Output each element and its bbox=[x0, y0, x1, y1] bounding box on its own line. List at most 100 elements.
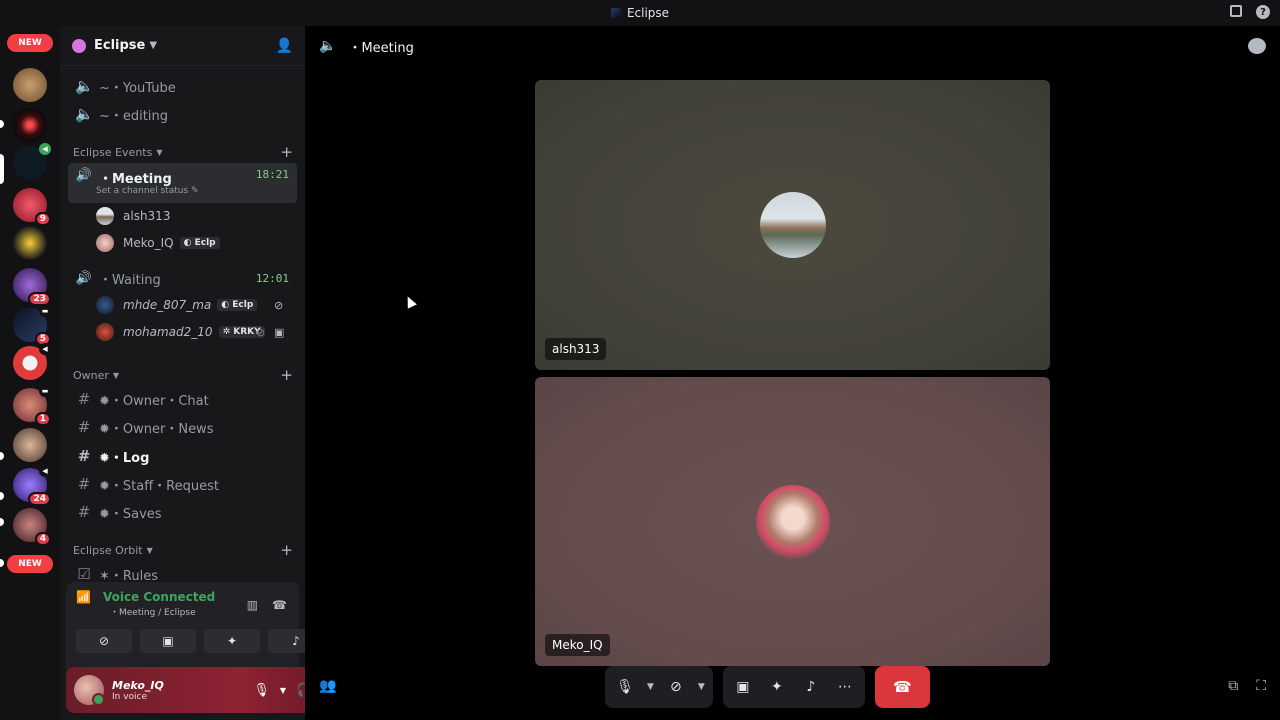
new-badge-bottom[interactable]: NEW bbox=[7, 555, 53, 573]
set-channel-status[interactable]: Set a channel status ✎ bbox=[96, 186, 199, 196]
channel-label: ・Meeting bbox=[99, 172, 172, 187]
clan-tag: ◐ Eclp bbox=[217, 299, 258, 311]
channel-label: ✶・Rules bbox=[99, 568, 158, 581]
activities-icon[interactable]: ✦ bbox=[765, 675, 789, 699]
channel-meeting[interactable]: 🔊 ・Meeting 18:21 bbox=[68, 163, 297, 203]
voice-user[interactable]: alsh313 bbox=[96, 205, 170, 227]
video-tile[interactable]: alsh313 bbox=[535, 80, 1050, 370]
chevron-down-icon[interactable]: ▼ bbox=[647, 682, 654, 692]
new-badge-top[interactable]: NEW bbox=[7, 34, 53, 52]
server-icon-10[interactable] bbox=[13, 428, 47, 462]
server-icon-1[interactable] bbox=[13, 68, 47, 102]
help-icon[interactable]: ? bbox=[1256, 5, 1270, 19]
chat-icon[interactable] bbox=[1248, 38, 1266, 54]
channel-rules[interactable]: ☑ ✶・Rules bbox=[68, 561, 297, 580]
voice-user-name: Meko_IQ bbox=[123, 236, 174, 250]
unread-pip bbox=[0, 492, 4, 500]
mention-badge: 9 bbox=[34, 212, 51, 226]
voice-connected-title[interactable]: Voice Connected bbox=[103, 590, 215, 604]
mention-badge: 23 bbox=[28, 292, 51, 306]
rules-icon: ☑ bbox=[77, 565, 91, 580]
guild-icon bbox=[72, 38, 86, 53]
fullscreen-icon[interactable]: ⛶ bbox=[1256, 678, 1266, 694]
add-channel-icon[interactable]: + bbox=[280, 366, 293, 384]
channel-label: ~・editing bbox=[99, 108, 168, 124]
server-icon-6[interactable]: 23 bbox=[13, 268, 51, 306]
category-label: Eclipse Events bbox=[73, 145, 153, 159]
video-tile[interactable]: Meko_IQ bbox=[535, 377, 1050, 666]
avatar bbox=[96, 323, 114, 341]
mic-icon[interactable]: 🎙 bbox=[253, 683, 270, 698]
end-call-button[interactable]: ☎ bbox=[874, 666, 930, 708]
deafened-icon: ⊘ bbox=[274, 298, 284, 312]
category-eclipse-events[interactable]: Eclipse Events ▼ + bbox=[73, 143, 293, 161]
voice-user[interactable]: mhde_807_ma ◐ Eclp ⊘ bbox=[96, 294, 283, 316]
voice-user[interactable]: mohamad2_10 ✲ KRKY ⊘ ▣ bbox=[96, 321, 284, 343]
chevron-down-icon: ▼ bbox=[146, 545, 153, 555]
channel-editing[interactable]: 🔈 ~・editing bbox=[68, 101, 297, 127]
app-logo-icon bbox=[610, 8, 621, 18]
channel-staff-request[interactable]: # ✹・Staff・Request bbox=[68, 471, 297, 497]
avatar[interactable] bbox=[74, 675, 105, 706]
server-icon-eclipse[interactable]: ◀ bbox=[13, 143, 51, 180]
clan-tag-label: Eclp bbox=[232, 300, 254, 310]
channel-waiting[interactable]: 🔊 ・Waiting 12:01 bbox=[68, 265, 297, 291]
mention-badge: 4 bbox=[34, 532, 51, 546]
server-icon-8[interactable]: ◀ bbox=[13, 343, 51, 380]
mention-badge: 24 bbox=[28, 492, 51, 506]
hash-icon: # bbox=[77, 418, 91, 436]
pencil-icon: ✎ bbox=[191, 186, 199, 196]
activities-button[interactable]: ✦ bbox=[204, 629, 260, 653]
category-eclipse-orbit[interactable]: Eclipse Orbit ▼ + bbox=[73, 541, 293, 559]
channel-youtube[interactable]: 🔈 ~・YouTube bbox=[68, 73, 297, 99]
voice-user[interactable]: Meko_IQ ◐ Eclp bbox=[96, 232, 220, 254]
chat-indicator-icon: ▬ bbox=[39, 385, 51, 397]
window-title: Eclipse bbox=[626, 6, 670, 20]
channel-owner-chat[interactable]: # ✹・Owner・Chat bbox=[68, 386, 297, 412]
chevron-down-icon: ▼ bbox=[156, 147, 163, 157]
category-owner[interactable]: Owner ▼ + bbox=[73, 366, 293, 384]
tile-name-label: alsh313 bbox=[545, 338, 607, 360]
disconnect-icon[interactable]: ☎ bbox=[272, 598, 287, 612]
popout-icon[interactable]: ⧉ bbox=[1228, 678, 1238, 694]
inbox-icon[interactable] bbox=[1230, 5, 1242, 17]
guild-header[interactable]: Eclipse ▼ 👤 bbox=[60, 26, 305, 66]
server-icon-7[interactable]: ▬ 5 bbox=[13, 305, 51, 346]
channel-label: ~・YouTube bbox=[99, 80, 176, 96]
channel-log[interactable]: # ✹・Log bbox=[68, 443, 297, 469]
unread-pip bbox=[0, 518, 4, 526]
channel-owner-news[interactable]: # ✹・Owner・News bbox=[68, 414, 297, 440]
server-icon-9[interactable]: ▬ 1 bbox=[13, 385, 51, 426]
call-area: 🔈 ・Meeting alsh313 Meko_IQ 👥 🎙 ▼ ⊘ ▼ ▣ ✦… bbox=[305, 26, 1280, 720]
noise-suppression-icon[interactable]: ▥ bbox=[247, 598, 258, 612]
camera-off-button[interactable]: ⊘ bbox=[76, 629, 132, 653]
add-friend-icon[interactable]: 👥 bbox=[319, 678, 336, 694]
soundboard-icon[interactable]: ♪ bbox=[799, 675, 823, 699]
speaker-indicator-icon: ◀ bbox=[39, 343, 51, 355]
status-text: Set a channel status bbox=[96, 186, 189, 196]
server-icon-2[interactable] bbox=[13, 108, 47, 142]
add-channel-icon[interactable]: + bbox=[280, 541, 293, 559]
chevron-down-icon[interactable]: ▼ bbox=[698, 682, 705, 692]
signal-icon[interactable]: 📶 bbox=[76, 590, 91, 604]
voice-user-name: mhde_807_ma bbox=[123, 298, 212, 312]
avatar bbox=[96, 207, 114, 225]
server-icon-4[interactable]: 9 bbox=[13, 188, 51, 226]
camera-off-icon[interactable]: ⊘ bbox=[664, 675, 688, 699]
invite-people-icon[interactable]: 👤 bbox=[276, 38, 293, 54]
more-icon[interactable]: ⋯ bbox=[833, 675, 857, 699]
add-channel-icon[interactable]: + bbox=[280, 143, 293, 161]
channel-saves[interactable]: # ✹・Saves bbox=[68, 499, 297, 525]
chevron-down-icon[interactable]: ▼ bbox=[280, 686, 286, 695]
chat-indicator-icon: ▬ bbox=[39, 305, 51, 317]
channel-label: ・Waiting bbox=[99, 272, 161, 288]
screen-share-icon[interactable]: ▣ bbox=[731, 675, 755, 699]
server-icon-11[interactable]: ◀ 24 bbox=[13, 465, 51, 506]
channel-label: ✹・Owner・Chat bbox=[99, 393, 209, 409]
user-name[interactable]: Meko_IQ bbox=[112, 679, 164, 692]
screen-share-button[interactable]: ▣ bbox=[140, 629, 196, 653]
server-icon-5[interactable] bbox=[13, 226, 47, 260]
mic-icon[interactable]: 🎙 bbox=[613, 675, 637, 699]
avatar bbox=[96, 296, 114, 314]
server-icon-12[interactable]: 4 bbox=[13, 508, 51, 546]
